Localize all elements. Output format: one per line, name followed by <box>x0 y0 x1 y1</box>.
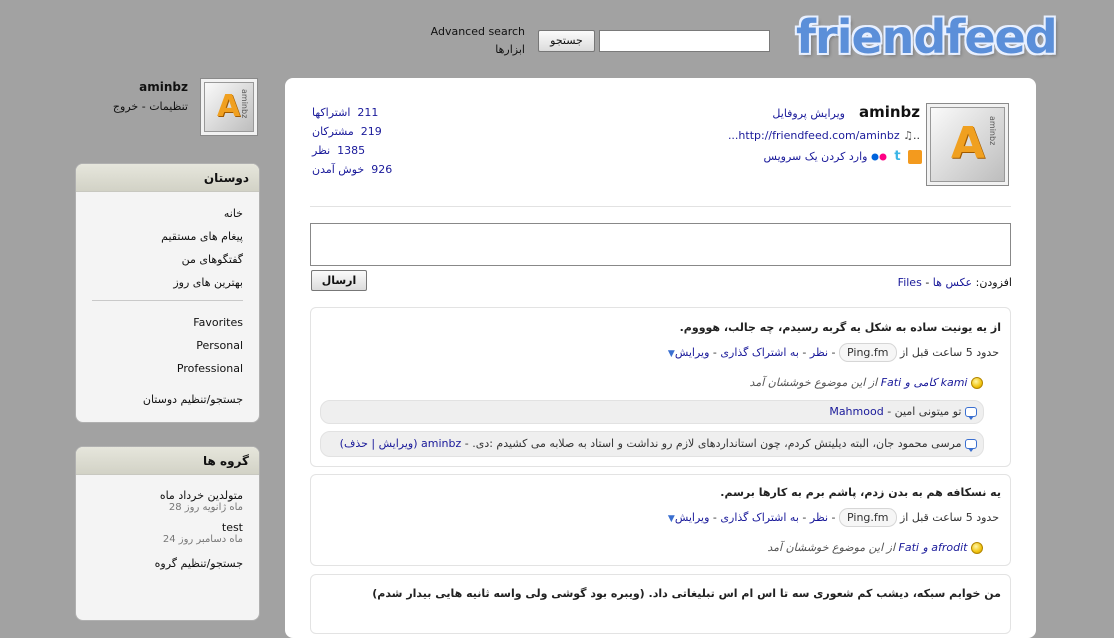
divider <box>92 300 243 301</box>
nav-my-discussions[interactable]: گفتگوهای من <box>76 248 259 271</box>
current-user-avatar[interactable]: A aminbz <box>200 78 258 136</box>
share-link[interactable]: به اشتراک گذاری <box>720 511 799 524</box>
tools-link[interactable]: ابزارها <box>420 43 525 56</box>
entry-source[interactable]: Ping.fm <box>839 508 897 527</box>
group-item[interactable]: test ماه دسامبر روز 24 <box>76 521 259 545</box>
stat-likes[interactable]: 926 خوش آمدن <box>312 163 402 176</box>
smiley-icon <box>971 377 983 389</box>
send-button[interactable]: ارسال <box>311 270 367 291</box>
add-files-link[interactable]: Files <box>898 276 922 289</box>
nav-direct-messages[interactable]: پیغام های مستقیم <box>76 225 259 248</box>
music-note-icon: ♫ <box>903 129 913 142</box>
comment-author[interactable]: aminbz <box>421 437 461 450</box>
list-favorites[interactable]: Favorites <box>76 311 259 334</box>
stat-comments[interactable]: 1385 نظر <box>312 144 402 157</box>
avatar-subtext: aminbz <box>240 89 249 119</box>
comment-text: مرسی محمود جان، البته دیلیتش کردم، چون ا… <box>472 437 962 450</box>
comment-edit-delete[interactable]: (ویرایش | حذف) <box>340 437 418 450</box>
edit-link[interactable]: ویرایش <box>675 346 710 359</box>
likers[interactable]: afrodit و Fati <box>899 541 968 554</box>
profile-url[interactable]: ...http://friendfeed.com/aminbz <box>728 129 900 142</box>
comment-link[interactable]: نظر <box>810 346 828 359</box>
entry-likes: afrodit و Fati از این موضوع خوششان آمد <box>320 541 983 554</box>
url-prefix: .. <box>913 129 920 142</box>
comment: تو میتونی امین - Mahmood <box>320 400 984 424</box>
comment-text: تو میتونی امین <box>894 405 962 418</box>
list-professional[interactable]: Professional <box>76 357 259 380</box>
logout-link[interactable]: خروج <box>113 100 138 113</box>
edit-profile-link[interactable]: ویرایش پروفایل <box>772 107 845 120</box>
friends-box-title: دوستان <box>76 164 259 192</box>
current-user-name[interactable]: aminbz <box>110 80 188 94</box>
settings-link[interactable]: تنظیمات <box>149 100 188 113</box>
entry-title: من خوابم سبکه، دیشب کم شعوری سه تا اس ام… <box>372 587 1001 600</box>
entry-time[interactable]: حدود 5 ساعت قبل <box>912 346 999 359</box>
from-label: از <box>900 346 909 359</box>
avatar-letter: A <box>951 118 986 169</box>
avatar-subtext: aminbz <box>988 116 997 146</box>
stat-subscriptions[interactable]: 211 اشتراکها <box>312 106 402 119</box>
nav-home[interactable]: خانه <box>76 202 259 225</box>
advanced-search-link[interactable]: Advanced search <box>420 25 525 38</box>
comment-bubble-icon <box>965 439 977 452</box>
feed-entry <box>310 574 1011 634</box>
avatar-letter: A <box>217 89 241 124</box>
user-links: تنظیمات - خروج <box>80 100 188 113</box>
separator: - <box>925 276 930 289</box>
group-date: ماه دسامبر روز 24 <box>162 534 243 545</box>
group-item[interactable]: متولدین خرداد ماه ماه ژانویه روز 28 <box>76 489 259 513</box>
add-attachments-row: افزودن: عکس ها - Files <box>800 276 1012 289</box>
add-label: افزودن: <box>975 276 1012 289</box>
groups-box-title: گروه ها <box>76 447 259 475</box>
from-label: از <box>900 511 909 524</box>
entry-time[interactable]: حدود 5 ساعت قبل <box>912 511 999 524</box>
likes-suffix: از این موضوع خوششان آمد <box>767 541 896 554</box>
entry-source[interactable]: Ping.fm <box>839 343 897 362</box>
comment-bubble-icon <box>965 407 977 420</box>
friendfeed-logo[interactable]: friendfeed <box>796 10 1058 64</box>
share-link[interactable]: به اشتراک گذاری <box>720 346 799 359</box>
add-service-link[interactable]: وارد کردن یک سرویس <box>764 150 868 163</box>
manage-friends-link[interactable]: جستجو/تنظیم دوستان <box>76 388 259 411</box>
rss-icon[interactable] <box>908 150 922 164</box>
twitter-icon[interactable]: t <box>890 150 905 164</box>
smiley-icon <box>971 542 983 554</box>
service-row: t وارد کردن یک سرویس <box>700 150 922 164</box>
entry-meta: حدود 5 ساعت قبل از Ping.fm - نظر - به اش… <box>320 343 999 362</box>
likes-suffix: از این موضوع خوششان آمد <box>749 376 878 389</box>
post-textarea[interactable] <box>310 223 1011 266</box>
entry-title: از یه یونیت ساده به شکل یه گربه رسیدم، چ… <box>679 321 1001 334</box>
profile-header: ویرایش پروفایل aminbz <box>700 103 920 121</box>
edit-link[interactable]: ویرایش <box>675 511 710 524</box>
entry-likes: kami کامی و Fati از این موضوع خوششان آمد <box>320 376 983 389</box>
flickr-icon[interactable] <box>871 150 887 164</box>
likers[interactable]: kami کامی و Fati <box>881 376 968 389</box>
search-button[interactable]: جستجو <box>538 30 595 52</box>
friends-box: دوستان خانه پیغام های مستقیم گفتگوهای من… <box>75 163 260 423</box>
nav-best-of-day[interactable]: بهترین های روز <box>76 271 259 294</box>
manage-groups-link[interactable]: جستجو/تنظیم گروه <box>76 557 259 570</box>
comment-link[interactable]: نظر <box>810 511 828 524</box>
group-name[interactable]: test <box>76 521 243 534</box>
entry-meta: حدود 5 ساعت قبل از Ping.fm - نظر - به اش… <box>320 508 999 527</box>
separator: - <box>141 100 146 113</box>
add-photo-link[interactable]: عکس ها <box>933 276 972 289</box>
stat-subscribers[interactable]: 219 مشترکان <box>312 125 402 138</box>
chevron-down-icon[interactable]: ▼ <box>668 514 675 524</box>
groups-box: گروه ها متولدین خرداد ماه ماه ژانویه روز… <box>75 446 260 621</box>
profile-url-row: ...http://friendfeed.com/aminbz ♫.. <box>700 129 920 142</box>
search-input[interactable] <box>599 30 770 52</box>
comment: مرسی محمود جان، البته دیلیتش کردم، چون ا… <box>320 431 984 457</box>
profile-avatar[interactable]: A aminbz <box>926 103 1009 186</box>
list-personal[interactable]: Personal <box>76 334 259 357</box>
chevron-down-icon[interactable]: ▼ <box>668 349 675 359</box>
group-name[interactable]: متولدین خرداد ماه <box>76 489 243 502</box>
profile-name: aminbz <box>858 103 920 121</box>
divider <box>310 206 1011 207</box>
group-date: ماه ژانویه روز 28 <box>168 502 243 513</box>
entry-title: یه نسکافه هم به بدن زدم، پاشم برم به کار… <box>720 486 1001 499</box>
comment-author[interactable]: Mahmood <box>829 405 883 418</box>
